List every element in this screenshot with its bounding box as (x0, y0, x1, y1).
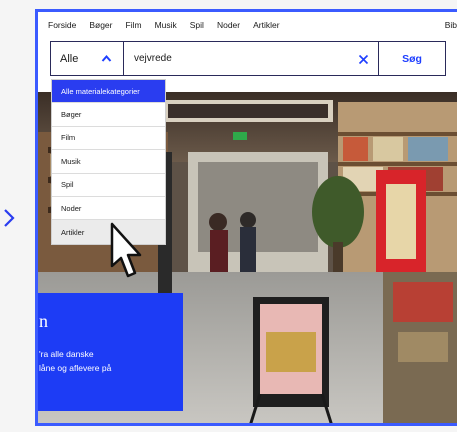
nav-item-noder[interactable]: Noder (217, 20, 240, 30)
promo-title: n (39, 311, 48, 331)
pointer-hand-icon (110, 222, 142, 278)
dropdown-option-all[interactable]: Alle materialekategorier (52, 80, 165, 104)
nav-item-spil[interactable]: Spil (190, 20, 204, 30)
nav-item-artikler[interactable]: Artikler (253, 20, 279, 30)
browser-frame: Forside Bøger Film Musik Spil Noder Arti… (35, 9, 457, 426)
nav-item-forside[interactable]: Forside (48, 20, 76, 30)
category-dropdown-menu: Alle materialekategorier Bøger Film Musi… (51, 79, 166, 245)
search-query-text: vejvrede (134, 53, 172, 64)
nav-item-musik[interactable]: Musik (155, 20, 177, 30)
search-input[interactable]: vejvrede (124, 41, 378, 76)
nav-item-film[interactable]: Film (126, 20, 142, 30)
chevron-right-icon[interactable] (0, 206, 18, 230)
nav-item-bib[interactable]: Bib (445, 20, 457, 30)
dropdown-option-boger[interactable]: Bøger (52, 103, 165, 127)
search-bar: Alle vejvrede Søg (50, 41, 446, 76)
nav-item-boger[interactable]: Bøger (89, 20, 112, 30)
dropdown-option-film[interactable]: Film (52, 127, 165, 151)
search-button-label: Søg (402, 52, 422, 65)
screenshot-stage: Forside Bøger Film Musik Spil Noder Arti… (0, 0, 457, 432)
close-icon[interactable] (358, 54, 369, 65)
dropdown-option-spil[interactable]: Spil (52, 174, 165, 197)
category-selected-label: Alle (60, 52, 79, 65)
promo-text-line-2: låne og aflevere på (39, 363, 112, 373)
chevron-up-icon (101, 54, 112, 62)
dropdown-option-noder[interactable]: Noder (52, 197, 165, 221)
top-navigation: Forside Bøger Film Musik Spil Noder Arti… (38, 12, 457, 38)
page-viewport: Forside Bøger Film Musik Spil Noder Arti… (38, 12, 457, 423)
promo-panel: n 'ra alle danske låne og aflevere på (38, 293, 183, 411)
search-button[interactable]: Søg (378, 41, 446, 76)
category-select[interactable]: Alle (50, 41, 124, 76)
dropdown-option-musik[interactable]: Musik (52, 150, 165, 174)
promo-text-line-1: 'ra alle danske (39, 349, 94, 359)
